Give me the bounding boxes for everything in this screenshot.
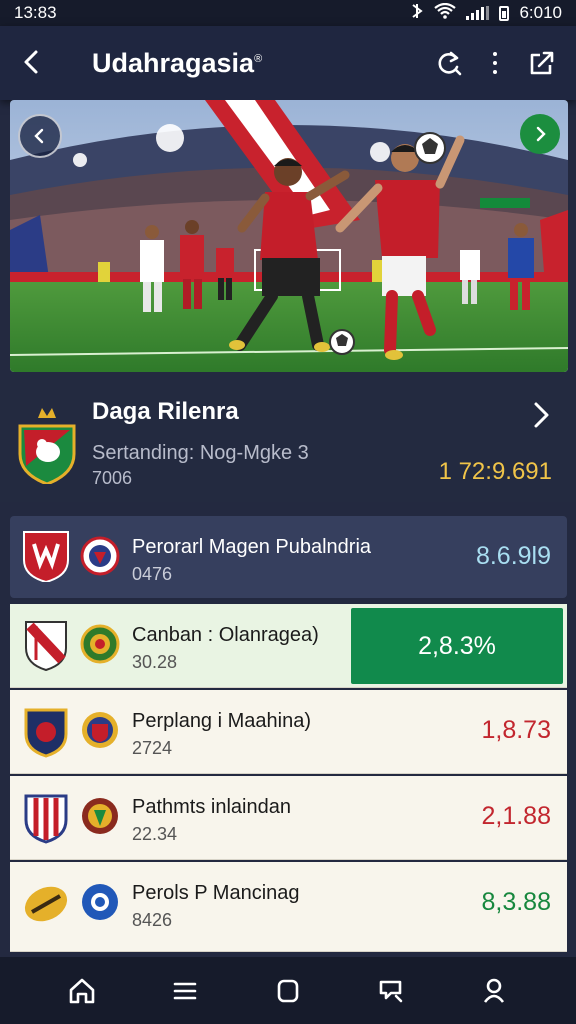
match-odds: 2,8.3% [418, 631, 496, 660]
match-code: 22.34 [132, 824, 178, 844]
match-row[interactable]: Pathmts inlaindan 22.34 2,1.88 [10, 776, 567, 860]
status-time-right: 6:010 [519, 3, 562, 22]
status-time-left: 13:83 [14, 3, 57, 22]
match-odds[interactable]: 8,3.88 [481, 888, 551, 917]
status-bar: 13:83 6:010 [0, 0, 576, 26]
match-odds[interactable]: 1,8.73 [481, 716, 551, 745]
more-vertical-icon[interactable] [480, 48, 510, 78]
share-icon[interactable] [527, 48, 557, 78]
page-title: Udahragasia® [92, 48, 262, 79]
title-text: Udahragasia [92, 48, 255, 78]
chevron-right-icon[interactable] [530, 400, 554, 430]
team-card[interactable]: Daga Rilenra Sertanding: Nog-Mgke 3 7006… [0, 380, 576, 502]
team-code: 7006 [92, 468, 133, 488]
hero-prev-button[interactable] [18, 114, 62, 158]
signal-icon [466, 6, 490, 20]
chevron-left-icon [34, 128, 44, 144]
match-code: 2724 [132, 738, 173, 758]
match-name: Canban : Olanragea) [132, 624, 319, 646]
stadium-illustration [10, 100, 568, 372]
match-odds[interactable]: 2,1.88 [481, 802, 551, 831]
match-code: 30.28 [132, 652, 178, 672]
team-crest-icon [18, 404, 76, 489]
team-logo-icon [80, 710, 120, 750]
square-icon[interactable] [271, 974, 305, 1008]
menu-icon[interactable] [168, 974, 202, 1008]
hero-next-button[interactable] [520, 114, 560, 154]
battery-icon [499, 5, 510, 21]
search-icon[interactable] [374, 974, 408, 1008]
match-odds-selected[interactable]: 2,8.3% [351, 608, 563, 684]
hero-match-image[interactable] [10, 100, 568, 372]
match-name: Perorarl Magen Pubalndria [132, 536, 372, 558]
match-row[interactable]: Canban : Olanragea) 30.28 2,8.3% [10, 604, 567, 688]
refresh-icon[interactable] [434, 48, 464, 78]
team-name: Daga Rilenra [92, 398, 239, 425]
match-row[interactable]: Perplang i Maahina) 2724 1,8.73 [10, 690, 567, 774]
match-name: Pathmts inlaindan [132, 796, 291, 818]
wifi-icon [434, 2, 457, 24]
home-icon[interactable] [65, 974, 99, 1008]
team-score: 1 72:9.691 [438, 458, 552, 485]
bottom-navigation [0, 957, 576, 1024]
team-logo-icon [22, 878, 70, 930]
vibrate-icon [410, 3, 424, 24]
match-odds[interactable]: 8.6.9l9 [476, 542, 551, 571]
match-row[interactable]: Perols P Mancinag 8426 8,3.88 [10, 862, 567, 952]
team-logo-icon [22, 706, 70, 758]
app-bar: Udahragasia® [0, 26, 576, 100]
match-code: 8426 [132, 910, 173, 930]
team-logo-icon [22, 530, 70, 584]
team-logo-icon [80, 882, 120, 922]
team-standing: Sertanding: Nog-Mgke 3 [92, 442, 309, 464]
team-logo-icon [22, 792, 70, 844]
team-logo-icon [80, 624, 120, 664]
match-code: 0476 [132, 564, 173, 584]
match-name: Perplang i Maahina) [132, 710, 311, 732]
team-logo-icon [22, 620, 70, 672]
chevron-left-icon[interactable] [18, 48, 46, 76]
title-mark: ® [254, 53, 263, 65]
team-logo-icon [80, 796, 120, 836]
profile-icon[interactable] [477, 974, 511, 1008]
team-logo-icon [80, 536, 120, 576]
status-icons: 6:010 [410, 2, 562, 24]
chevron-right-icon [536, 126, 546, 142]
match-row[interactable]: Perorarl Magen Pubalndria 0476 8.6.9l9 [10, 516, 567, 598]
match-name: Perols P Mancinag [132, 882, 300, 904]
